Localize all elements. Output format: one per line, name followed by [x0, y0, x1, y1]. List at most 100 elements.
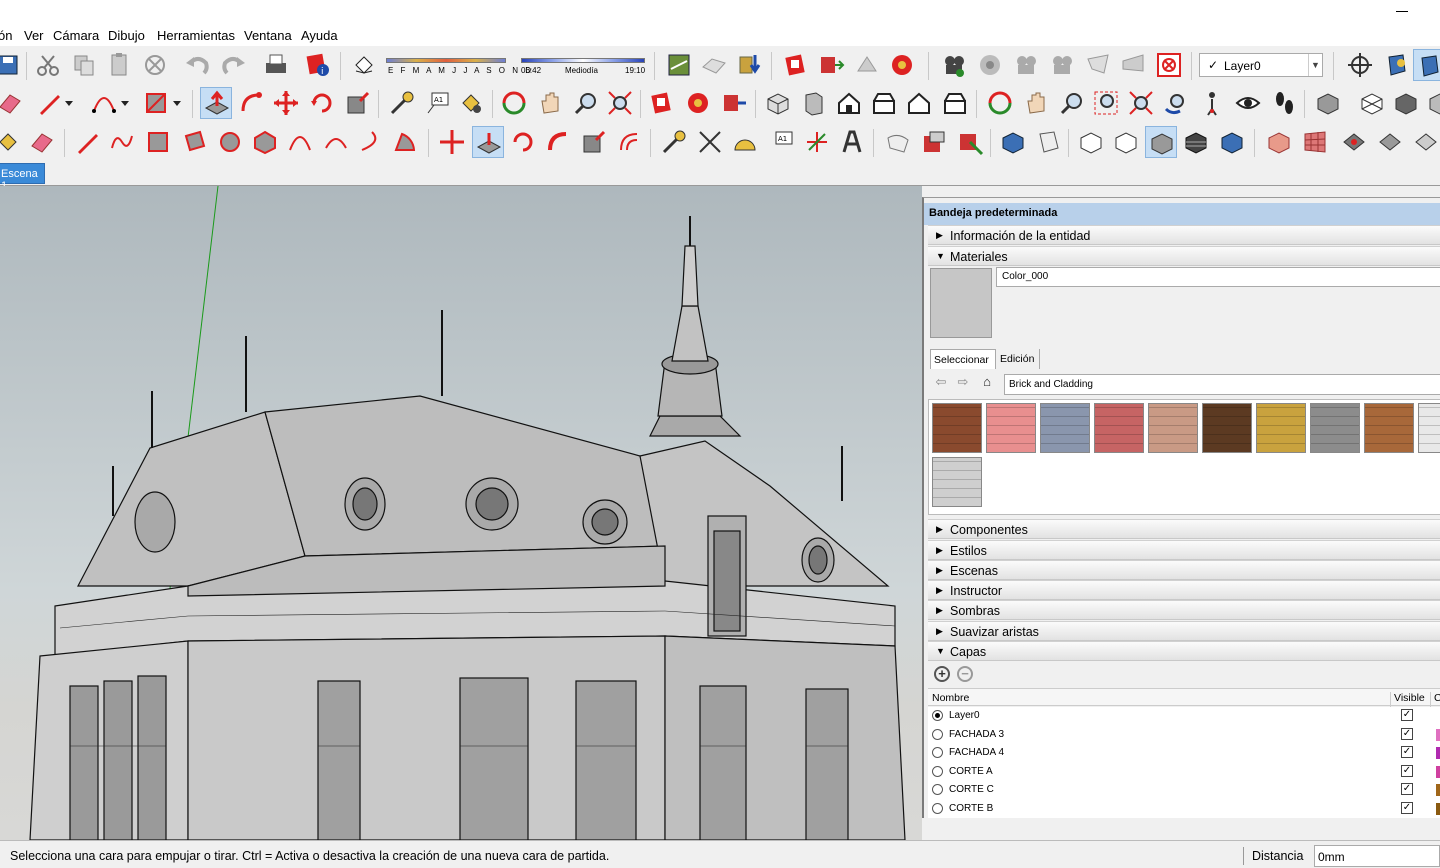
- polygon-icon[interactable]: [249, 126, 281, 158]
- undo-icon[interactable]: [182, 49, 214, 81]
- layer-color-swatch[interactable]: [1436, 710, 1440, 722]
- panel-soften-edges[interactable]: ▶ Suavizar aristas: [928, 621, 1440, 641]
- material-swatch[interactable]: [1148, 403, 1198, 453]
- camera-film-2-icon[interactable]: [1046, 49, 1078, 81]
- add-location-icon[interactable]: [663, 49, 695, 81]
- redo-icon[interactable]: [217, 49, 249, 81]
- style-hidden-line-icon[interactable]: [1032, 126, 1064, 158]
- column-color-header[interactable]: C: [1430, 692, 1440, 708]
- extension-warehouse-2-icon[interactable]: [646, 87, 678, 119]
- chevron-down-icon[interactable]: [60, 87, 76, 119]
- layer-name[interactable]: CORTE A: [949, 766, 993, 777]
- cut-icon[interactable]: [32, 49, 64, 81]
- menu-herramientas[interactable]: Herramientas: [157, 28, 235, 43]
- material-swatch[interactable]: [932, 457, 982, 507]
- walk-icon[interactable]: [1268, 87, 1300, 119]
- toggle-terrain-icon[interactable]: [698, 49, 730, 81]
- material-swatch[interactable]: [1256, 403, 1306, 453]
- view-iso-icon[interactable]: [762, 87, 794, 119]
- material-swatch[interactable]: [986, 403, 1036, 453]
- minimize-icon[interactable]: [1396, 2, 1410, 16]
- layer-color-swatch[interactable]: [1436, 784, 1440, 796]
- grid-icon[interactable]: [1299, 126, 1331, 158]
- material-swatch[interactable]: [1040, 403, 1090, 453]
- delete-camera-icon[interactable]: [1153, 49, 1185, 81]
- chevron-down-icon[interactable]: [116, 87, 132, 119]
- layer-visible-checkbox[interactable]: ✓: [1401, 727, 1413, 740]
- scale-2-icon[interactable]: [578, 126, 610, 158]
- material-swatch[interactable]: [1094, 403, 1144, 453]
- save-icon[interactable]: [0, 49, 24, 81]
- rotate-2-icon[interactable]: [507, 126, 539, 158]
- follow-me-2-icon[interactable]: [542, 126, 574, 158]
- layer-row[interactable]: CORTE C ✓: [928, 781, 1440, 799]
- layer-color-swatch[interactable]: [1436, 747, 1440, 759]
- material-swatch[interactable]: [1202, 403, 1252, 453]
- material-swatch[interactable]: [1418, 403, 1440, 453]
- panel-styles[interactable]: ▶ Estilos: [928, 540, 1440, 560]
- orbit-icon[interactable]: [498, 87, 530, 119]
- eraser-2-icon[interactable]: [26, 126, 58, 158]
- layer-row[interactable]: CORTE B ✓: [928, 800, 1440, 818]
- push-pull-2-icon[interactable]: [472, 126, 504, 158]
- view-back-icon[interactable]: [903, 87, 935, 119]
- shadows-toggle-icon[interactable]: [348, 49, 380, 81]
- extension-warehouse-icon[interactable]: [780, 49, 812, 81]
- add-detail-icon[interactable]: [918, 126, 950, 158]
- text-2-icon[interactable]: A1: [766, 126, 798, 158]
- measurements-input[interactable]: 0mm: [1314, 845, 1440, 867]
- 3d-text-icon[interactable]: [836, 126, 868, 158]
- extension-manager-2-icon[interactable]: [682, 87, 714, 119]
- layer-name[interactable]: CORTE B: [949, 803, 993, 814]
- current-layer-dropdown[interactable]: ✓ Layer0 ▼: [1199, 53, 1323, 77]
- layer-color-swatch[interactable]: [1436, 802, 1440, 815]
- layer-name[interactable]: Layer0: [949, 710, 980, 721]
- line-icon[interactable]: [72, 126, 104, 158]
- xray-icon[interactable]: [1356, 87, 1388, 119]
- menu-ayuda[interactable]: Ayuda: [301, 28, 338, 43]
- layer-name[interactable]: FACHADA 4: [949, 747, 1004, 758]
- share-component-2-icon[interactable]: [718, 87, 750, 119]
- forward-arrow-icon[interactable]: ⇨: [954, 374, 972, 392]
- column-visible-header[interactable]: Visible: [1390, 692, 1425, 708]
- film-camera-icon[interactable]: [938, 49, 970, 81]
- layer-row[interactable]: CORTE A ✓: [928, 763, 1440, 781]
- freehand-icon[interactable]: [106, 126, 138, 158]
- menu-ventana[interactable]: Ventana: [244, 28, 292, 43]
- paint-bucket-icon[interactable]: [455, 87, 487, 119]
- pie-icon[interactable]: [390, 126, 422, 158]
- layer-row[interactable]: Layer0 ✓: [928, 707, 1440, 725]
- column-name-header[interactable]: Nombre: [932, 692, 969, 704]
- text-icon[interactable]: A1: [422, 87, 454, 119]
- chevron-down-icon[interactable]: ▼: [1308, 54, 1322, 76]
- flip-edge-icon[interactable]: [954, 126, 986, 158]
- camera-plane-icon[interactable]: [1082, 49, 1114, 81]
- layer-color-swatch[interactable]: [1436, 728, 1440, 741]
- camera-lens-icon[interactable]: [974, 49, 1006, 81]
- chevron-down-icon[interactable]: [168, 87, 184, 119]
- model-info-icon[interactable]: i: [302, 49, 334, 81]
- panel-components[interactable]: ▶ Componentes: [928, 519, 1440, 539]
- position-camera-2-icon[interactable]: [1196, 87, 1228, 119]
- move-icon[interactable]: [270, 87, 302, 119]
- zoom-extents-2-icon[interactable]: [1125, 87, 1157, 119]
- wireframe-icon[interactable]: [1424, 87, 1440, 119]
- rotated-rectangle-icon[interactable]: [178, 126, 210, 158]
- arc-2-icon[interactable]: [284, 126, 316, 158]
- panel-layers[interactable]: ▼ Capas: [928, 641, 1440, 661]
- pan-icon[interactable]: [534, 87, 566, 119]
- dimension-icon[interactable]: [694, 126, 726, 158]
- layer-color-swatch[interactable]: [1436, 765, 1440, 778]
- style-monochrome-icon[interactable]: [1145, 126, 1177, 158]
- layer-name[interactable]: CORTE C: [949, 784, 994, 795]
- layer-visible-checkbox[interactable]: ✓: [1401, 783, 1413, 795]
- style-wireframe-icon[interactable]: [1110, 126, 1142, 158]
- layer-visible-checkbox[interactable]: ✓: [1401, 764, 1413, 777]
- section-plane-icon[interactable]: [1381, 49, 1413, 81]
- active-layer-radio[interactable]: [932, 802, 943, 814]
- look-around-icon[interactable]: [1232, 87, 1264, 119]
- view-right-icon[interactable]: [868, 87, 900, 119]
- extension-manager-icon[interactable]: [886, 49, 918, 81]
- share-model-icon[interactable]: [851, 49, 883, 81]
- get-models-icon[interactable]: [733, 49, 765, 81]
